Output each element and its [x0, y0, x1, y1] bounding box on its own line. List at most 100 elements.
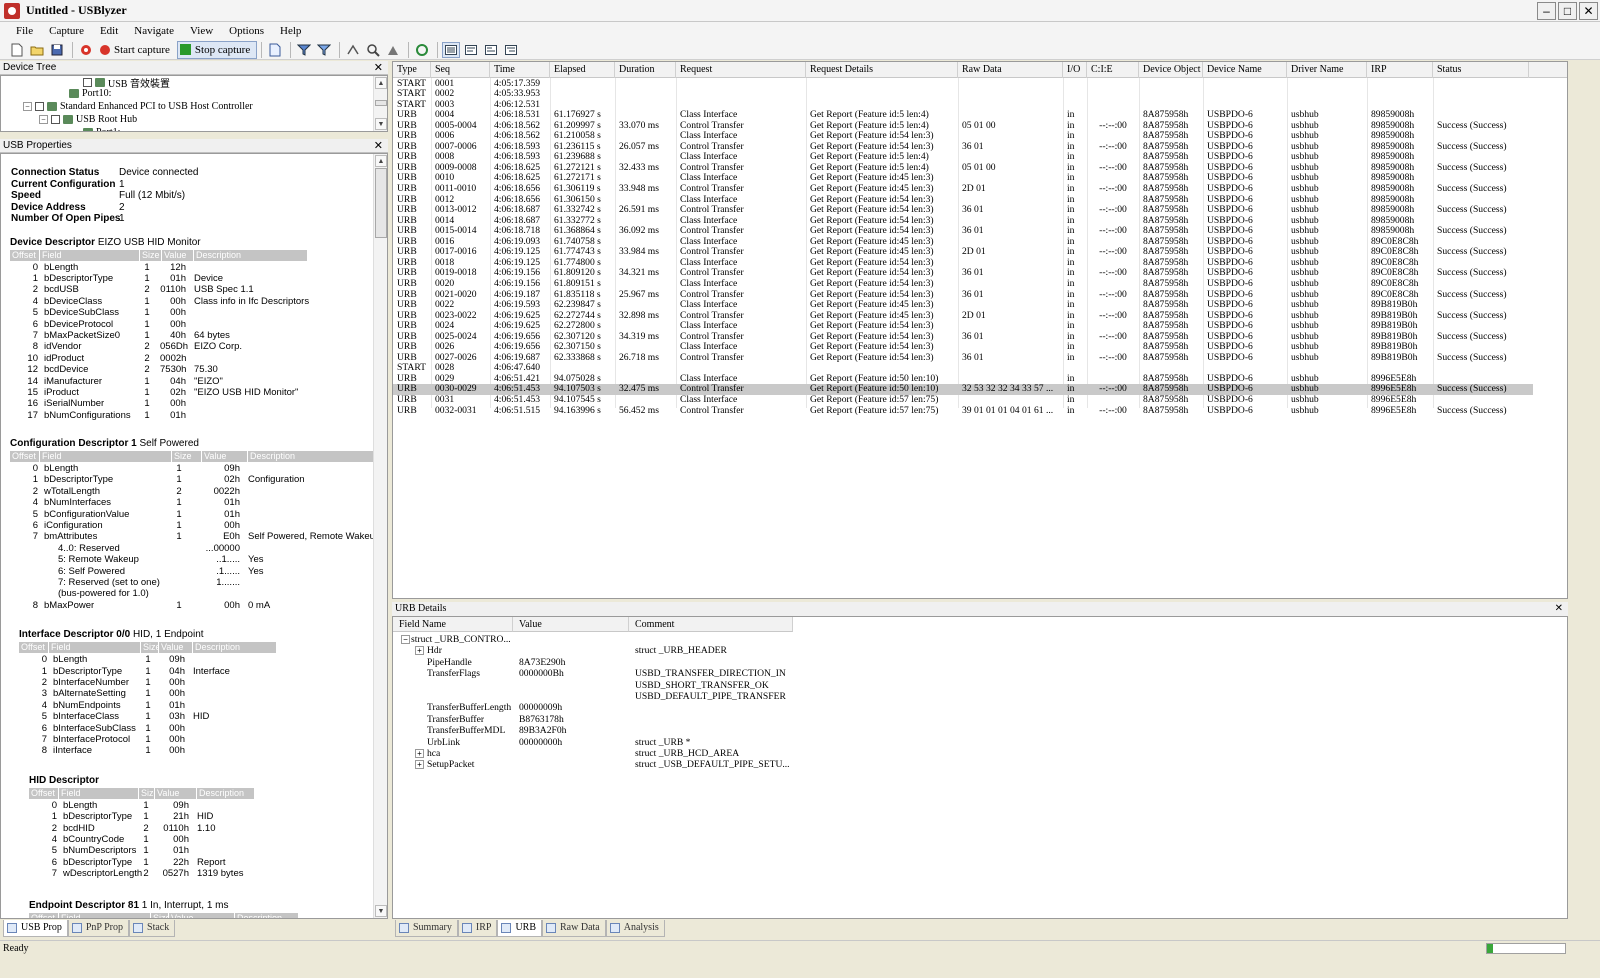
- details-row[interactable]: USBD_SHORT_TRANSFER_OK: [393, 680, 793, 691]
- table-row[interactable]: URB 0030-0029 4:06:51.453 94.107503 s 32.475…: [393, 384, 1533, 395]
- urb-details-close-icon[interactable]: ✕: [1555, 602, 1563, 616]
- list-col-elapsed[interactable]: Elapsed: [550, 62, 615, 78]
- usb-properties-panel[interactable]: Connection Status Device connected Current…: [0, 153, 388, 919]
- details-row[interactable]: + SetupPacket struct _USB_DEFAULT_PIPE_SET…: [393, 759, 793, 770]
- tab-usb-prop[interactable]: USB Prop: [3, 920, 68, 937]
- tab-urb[interactable]: URB: [497, 920, 543, 937]
- list-col-request[interactable]: Request: [676, 62, 806, 78]
- table-header-cell[interactable]: Description: [197, 787, 255, 799]
- table-row[interactable]: URB 0009-0008 4:06:18.625 61.272121 s 32.433…: [393, 163, 1533, 174]
- bookmark-icon[interactable]: [344, 42, 362, 58]
- details-col-field-name[interactable]: Field Name: [393, 617, 513, 632]
- open-folder-icon[interactable]: [28, 42, 46, 58]
- table-header-cell[interactable]: Value: [169, 912, 235, 918]
- view-layout-1-icon[interactable]: [442, 41, 461, 58]
- table-header-cell[interactable]: Offset: [10, 249, 40, 261]
- table-row[interactable]: URB 0023-0022 4:06:19.625 62.272744 s 32.898…: [393, 311, 1533, 322]
- menu-capture[interactable]: Capture: [41, 25, 92, 37]
- details-row[interactable]: TransferFlags 0000000Bh USBD_TRANSFER_DIRE…: [393, 668, 793, 679]
- tree-expander-icon[interactable]: +: [415, 760, 424, 770]
- menu-navigate[interactable]: Navigate: [126, 25, 182, 37]
- table-row[interactable]: URB 0027-0026 4:06:19.687 62.333868 s 26.718…: [393, 353, 1533, 364]
- properties-icon[interactable]: [266, 42, 284, 58]
- table-header-cell[interactable]: Description: [193, 642, 277, 654]
- maximize-button[interactable]: □: [1558, 2, 1577, 20]
- table-row[interactable]: URB 0021-0020 4:06:19.187 61.835118 s 25.967…: [393, 290, 1533, 301]
- list-col-irp[interactable]: IRP: [1367, 62, 1433, 78]
- tree-expander-icon[interactable]: −: [23, 102, 32, 111]
- scroll-thumb[interactable]: [375, 100, 387, 106]
- list-col-driver-name[interactable]: Driver Name: [1287, 62, 1367, 78]
- table-row[interactable]: START 0002 4:05:33.953: [393, 89, 1533, 100]
- view-layout-3-icon[interactable]: [482, 42, 500, 58]
- table-header-cell[interactable]: Value: [162, 249, 194, 261]
- filter-icon[interactable]: [315, 42, 333, 58]
- tab-stack[interactable]: Stack: [129, 920, 176, 937]
- table-header-cell[interactable]: Offset: [10, 451, 40, 463]
- table-header-cell[interactable]: Offset: [19, 642, 49, 654]
- table-header-cell[interactable]: Size: [140, 249, 162, 261]
- list-col-raw-data[interactable]: Raw Data: [958, 62, 1063, 78]
- list-col-time[interactable]: Time: [490, 62, 550, 78]
- table-header-cell[interactable]: Description: [194, 249, 308, 261]
- view-layout-2-icon[interactable]: [462, 42, 480, 58]
- table-row[interactable]: URB 0013-0012 4:06:18.687 61.332742 s 26.591…: [393, 205, 1533, 216]
- list-col-i-o[interactable]: I/O: [1063, 62, 1087, 78]
- filter-settings-icon[interactable]: [295, 42, 313, 58]
- tree-node[interactable]: Port10:: [69, 88, 111, 99]
- details-col-comment[interactable]: Comment: [629, 617, 793, 632]
- minimize-button[interactable]: –: [1537, 2, 1556, 20]
- details-row[interactable]: − struct _URB_CONTRO...: [393, 634, 793, 645]
- table-row[interactable]: URB 0032-0031 4:06:51.515 94.163996 s 56.452…: [393, 406, 1533, 417]
- details-row[interactable]: TransferBufferLength 00000009h: [393, 702, 793, 713]
- table-row[interactable]: URB 0017-0016 4:06:19.125 61.774743 s 33.984…: [393, 247, 1533, 258]
- menu-options[interactable]: Options: [221, 25, 272, 37]
- table-header-cell[interactable]: Offset: [29, 912, 59, 918]
- table-header-cell[interactable]: Value: [202, 451, 248, 463]
- details-row[interactable]: + hca struct _URB_HCD_AREA: [393, 748, 793, 759]
- table-header-cell[interactable]: Field: [40, 249, 140, 261]
- table-row[interactable]: URB 0026 4:06:19.656 62.307150 s Class Inter…: [393, 342, 1533, 353]
- tree-checkbox[interactable]: [35, 102, 44, 111]
- scroll-up-arrow-icon[interactable]: ▲: [375, 77, 387, 89]
- menu-view[interactable]: View: [182, 25, 221, 37]
- table-row[interactable]: URB 0016 4:06:19.093 61.740758 s Class Inter…: [393, 237, 1533, 248]
- table-header-cell[interactable]: Description: [248, 451, 376, 463]
- table-row[interactable]: URB 0005-0004 4:06:18.562 61.209997 s 33.070…: [393, 121, 1533, 132]
- table-header-cell[interactable]: Value: [155, 787, 197, 799]
- table-row[interactable]: URB 0029 4:06:51.421 94.075028 s Class Inter…: [393, 374, 1533, 385]
- scroll-thumb[interactable]: [375, 168, 387, 238]
- table-row[interactable]: URB 0015-0014 4:06:18.718 61.368864 s 36.092…: [393, 226, 1533, 237]
- tab-analysis[interactable]: Analysis: [605, 920, 665, 937]
- table-row[interactable]: URB 0008 4:06:18.593 61.239688 s Class Inter…: [393, 152, 1533, 163]
- list-col-status[interactable]: Status: [1433, 62, 1529, 78]
- scroll-down-arrow-icon[interactable]: ▼: [375, 905, 387, 917]
- find-next-icon[interactable]: [384, 42, 402, 58]
- table-row[interactable]: URB 0022 4:06:19.593 62.239847 s Class Inter…: [393, 300, 1533, 311]
- table-header-cell[interactable]: Size: [151, 912, 171, 918]
- menu-edit[interactable]: Edit: [92, 25, 126, 37]
- table-header-cell[interactable]: Field: [40, 451, 172, 463]
- details-row[interactable]: TransferBufferMDL 89B3A2F0h: [393, 725, 793, 736]
- table-row[interactable]: URB 0018 4:06:19.125 61.774800 s Class Inter…: [393, 258, 1533, 269]
- start-capture-button[interactable]: Start capture: [97, 41, 177, 59]
- tree-node[interactable]: − USB Root Hub: [39, 114, 137, 125]
- tree-node[interactable]: Port1:: [83, 127, 120, 131]
- details-row[interactable]: UrbLink 00000000h struct _URB *: [393, 737, 793, 748]
- urb-details-panel[interactable]: Field Name Value Comment − struct _URB_CO…: [392, 616, 1568, 919]
- table-header-cell[interactable]: Value: [159, 642, 193, 654]
- usb-properties-close-icon[interactable]: ✕: [374, 139, 383, 153]
- tab-irp[interactable]: IRP: [457, 920, 498, 937]
- device-tree[interactable]: USB 音效裝置 Port10: − Standard Enhanced PCI to…: [0, 75, 388, 132]
- view-layout-4-icon[interactable]: [502, 42, 520, 58]
- tree-checkbox[interactable]: [51, 115, 60, 124]
- table-header-cell[interactable]: Field: [59, 787, 139, 799]
- table-header-cell[interactable]: Field: [49, 642, 141, 654]
- refresh-icon[interactable]: [413, 42, 431, 58]
- list-col-device-name[interactable]: Device Name: [1203, 62, 1287, 78]
- list-col-seq[interactable]: Seq: [431, 62, 490, 78]
- tab-raw-data[interactable]: Raw Data: [542, 920, 606, 937]
- table-row[interactable]: START 0003 4:06:12.531: [393, 100, 1533, 111]
- list-col-duration[interactable]: Duration: [615, 62, 676, 78]
- table-row[interactable]: URB 0006 4:06:18.562 61.210058 s Class Inter…: [393, 131, 1533, 142]
